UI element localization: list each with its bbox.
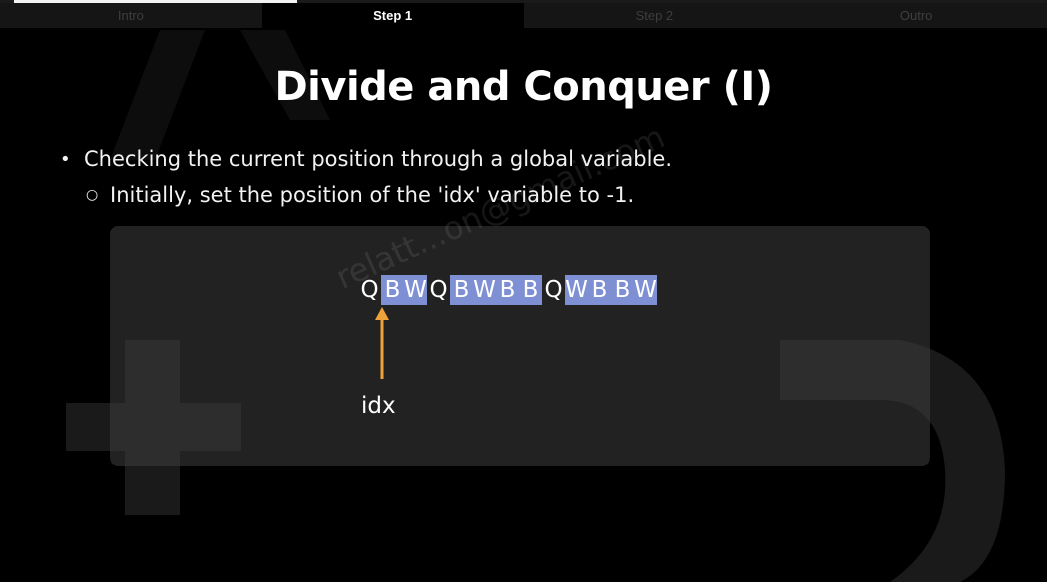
sequence-char: B: [450, 275, 473, 305]
tab-step-2[interactable]: Step 2: [524, 3, 786, 28]
sequence-char: B: [588, 275, 611, 305]
slide-title: Divide and Conquer (I): [274, 64, 773, 110]
sequence-char: B: [519, 275, 542, 305]
tab-intro[interactable]: Intro: [0, 3, 262, 28]
idx-pointer-label: idx: [361, 393, 396, 419]
sequence-char: Q: [544, 277, 563, 303]
sequence-char: B: [496, 275, 519, 305]
tab-outro[interactable]: Outro: [785, 3, 1047, 28]
bullet-dot-icon: •: [60, 149, 71, 170]
sequence-char: W: [473, 275, 496, 305]
sequence-char: B: [611, 275, 634, 305]
bullet-circle-icon: ○: [86, 187, 99, 203]
sequence-char: W: [634, 275, 657, 305]
sequence-char: Q: [429, 277, 448, 303]
step-tab-bar: Intro Step 1 Step 2 Outro: [0, 3, 1047, 28]
sequence-char: W: [404, 275, 427, 305]
character-sequence: QBWQBWBBQWBBW: [358, 275, 657, 305]
sequence-char: Q: [360, 277, 379, 303]
tab-step-1[interactable]: Step 1: [261, 3, 524, 28]
idx-pointer-arrow-icon: [375, 307, 389, 379]
sequence-char: B: [381, 275, 404, 305]
sequence-char: W: [565, 275, 588, 305]
diagram-panel: [110, 226, 930, 466]
